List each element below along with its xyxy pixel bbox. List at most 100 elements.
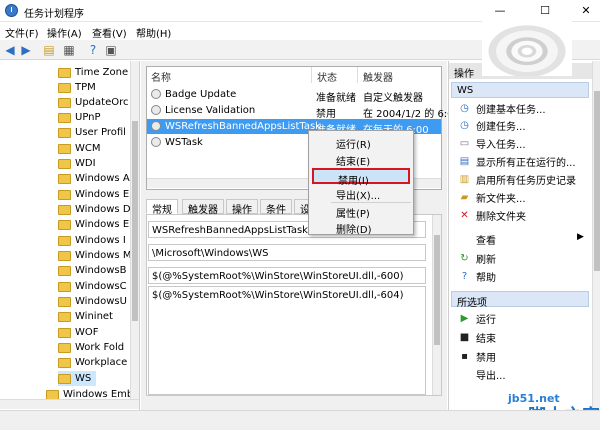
tree-item-selected[interactable]: WS: [58, 371, 96, 386]
context-run[interactable]: 运行(R): [312, 134, 410, 151]
run-icon: ▶: [460, 312, 469, 324]
folder-icon: [58, 82, 71, 93]
action-help[interactable]: ? 帮助: [459, 268, 496, 284]
tree-item[interactable]: UpdateOrc: [58, 95, 128, 110]
action-view[interactable]: 查看: [459, 231, 496, 247]
action-run[interactable]: ▶ 运行: [459, 310, 496, 326]
task-clock-icon: [151, 137, 161, 147]
tree-item[interactable]: Work Fold: [58, 340, 124, 355]
folder-icon: [58, 143, 71, 154]
action-delete-folder[interactable]: ✕ 删除文件夹: [459, 207, 526, 223]
action-end[interactable]: ■ 结束: [459, 329, 496, 345]
action-create-task[interactable]: ◷ 创建任务...: [459, 117, 525, 133]
action-import-task[interactable]: ▭ 导入任务...: [459, 135, 526, 151]
tree-item[interactable]: Windows M: [58, 248, 131, 263]
column-divider: [311, 67, 312, 83]
tree-item[interactable]: WCM: [58, 141, 101, 156]
up-folder-icon[interactable]: ▤: [42, 43, 56, 57]
delete-x-icon: ✕: [460, 209, 469, 221]
minimize-button[interactable]: —: [480, 0, 520, 22]
folder-icon: [58, 311, 71, 322]
folder-icon: [58, 357, 71, 368]
running-tasks-icon: ▤: [459, 155, 470, 167]
action-new-folder[interactable]: ▰ 新文件夹...: [459, 189, 526, 205]
column-header-status[interactable]: 状态: [317, 69, 337, 84]
folder-icon: [58, 219, 71, 230]
tree-hscrollbar[interactable]: [0, 399, 139, 409]
close-button[interactable]: ✕: [566, 0, 600, 22]
status-bar: [0, 410, 600, 430]
action-refresh[interactable]: ↻ 刷新: [459, 250, 496, 266]
folder-icon: [58, 173, 71, 184]
import-icon: ▭: [459, 137, 470, 149]
folder-icon: [58, 158, 71, 169]
tree-item[interactable]: Time Zone: [58, 65, 128, 80]
action-show-running[interactable]: ▤ 显示所有正在运行的...: [459, 153, 576, 169]
help-icon[interactable]: ?: [86, 43, 100, 57]
context-export[interactable]: 导出(X)...: [312, 185, 410, 202]
folder-icon: [58, 112, 71, 123]
folder-icon: [58, 327, 71, 338]
tree-item[interactable]: Windows A: [58, 171, 130, 186]
tree-item[interactable]: WOF: [58, 325, 99, 340]
tree-item[interactable]: Windows D: [58, 202, 131, 217]
tree-scrollbar[interactable]: [130, 61, 139, 399]
general-detail-pane: WSRefreshBannedAppsListTask \Microsoft\W…: [146, 214, 442, 396]
task-clock-icon: [151, 89, 161, 99]
column-header-trigger[interactable]: 触发器: [363, 69, 393, 84]
tree-item[interactable]: WindowsB: [58, 263, 127, 278]
context-disable[interactable]: 禁用(I): [312, 168, 410, 187]
new-task-icon: ◷: [460, 119, 469, 131]
scroll-thumb[interactable]: [594, 91, 600, 271]
back-arrow-icon[interactable]: ◀: [3, 43, 17, 57]
context-end[interactable]: 结束(E): [312, 151, 410, 168]
maximize-button[interactable]: ☐: [525, 0, 565, 22]
scroll-thumb[interactable]: [132, 121, 138, 321]
tab-general[interactable]: 常规: [146, 199, 178, 216]
action-create-basic-task[interactable]: ◷ 创建基本任务...: [459, 100, 545, 116]
tree-item[interactable]: Windows E: [58, 217, 129, 232]
menu-view[interactable]: 查看(V): [92, 25, 127, 40]
history-icon: ▥: [459, 173, 470, 185]
stop-icon: ■: [459, 331, 470, 343]
tree-item[interactable]: WindowsC: [58, 279, 127, 294]
tab-conditions[interactable]: 条件: [260, 199, 292, 216]
clock-icon: [5, 4, 18, 17]
menu-file[interactable]: 文件(F): [5, 25, 39, 40]
action-enable-history[interactable]: ▥ 启用所有任务历史记录: [459, 171, 576, 187]
forward-arrow-icon[interactable]: ▶: [19, 43, 33, 57]
context-properties[interactable]: 属性(P): [312, 203, 410, 220]
description-field[interactable]: $(@%SystemRoot%\WinStore\WinStoreUI.dll,…: [148, 286, 426, 395]
tree-item[interactable]: Windows E: [58, 187, 129, 202]
properties-icon[interactable]: ▣: [104, 43, 118, 57]
table-row[interactable]: Badge Update 准备就绪 自定义触发器: [147, 87, 441, 104]
actions-scrollbar[interactable]: [592, 61, 600, 410]
column-header-name[interactable]: 名称: [151, 69, 171, 84]
show-pane-icon[interactable]: ▦: [62, 43, 76, 57]
tab-triggers[interactable]: 触发器: [182, 199, 224, 216]
actions-group-selected[interactable]: 所选项: [451, 291, 589, 309]
actions-group-folder[interactable]: WS: [451, 82, 589, 98]
author-field[interactable]: $(@%SystemRoot%\WinStore\WinStoreUI.dll,…: [148, 267, 426, 284]
tab-actions[interactable]: 操作: [226, 199, 258, 216]
tree-item[interactable]: Windows I: [58, 233, 126, 248]
tree-item[interactable]: UPnP: [58, 110, 101, 125]
location-field[interactable]: \Microsoft\Windows\WS: [148, 244, 426, 261]
submenu-arrow-icon: ▶: [577, 232, 584, 242]
scroll-thumb[interactable]: [434, 235, 440, 345]
folder-icon: [58, 265, 71, 276]
tree-item[interactable]: Wininet: [58, 309, 113, 324]
tree-item[interactable]: WDI: [58, 156, 96, 171]
menu-help[interactable]: 帮助(H): [136, 25, 171, 40]
action-export[interactable]: 导出...: [459, 366, 506, 382]
detail-scrollbar[interactable]: [432, 215, 441, 395]
tree-item[interactable]: User Profil: [58, 125, 126, 140]
action-disable[interactable]: ▪ 禁用: [459, 348, 496, 364]
menu-action[interactable]: 操作(A): [47, 25, 82, 40]
context-delete[interactable]: 删除(D): [312, 219, 410, 236]
tree-item[interactable]: WindowsU: [58, 294, 127, 309]
table-row[interactable]: License Validation 禁用在 2004/1/2 的 6:0: [147, 103, 454, 120]
tree-item[interactable]: Workplace: [58, 355, 127, 370]
tree-item[interactable]: TPM: [58, 80, 96, 95]
folder-icon: [58, 97, 71, 108]
